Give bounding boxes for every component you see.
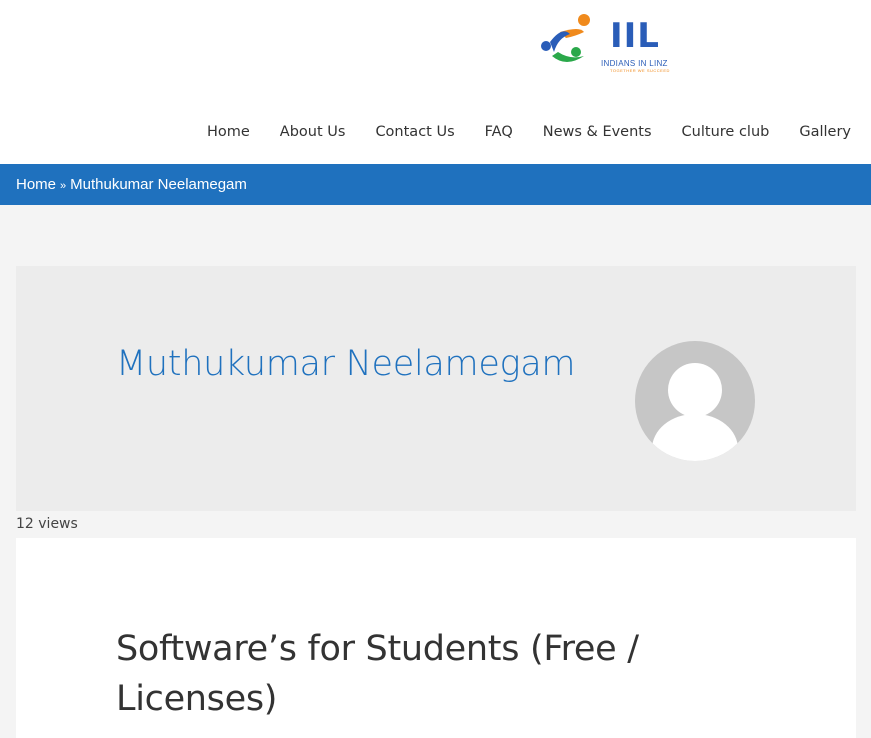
default-user-avatar-icon <box>635 341 755 461</box>
site-logo[interactable]: IIL INDIANS IN LINZ TOGETHER WE SUCCEED <box>540 12 680 74</box>
post-title[interactable]: Software’s for Students (Free / Licenses… <box>116 624 716 724</box>
logo-wordmark: IIL <box>610 16 660 56</box>
avatar-head-shape <box>668 363 722 417</box>
breadcrumb-current: Muthukumar Neelamegam <box>70 176 247 193</box>
logo-figures-icon <box>541 14 590 62</box>
main-navigation: Home About Us Contact Us FAQ News & Even… <box>177 124 851 140</box>
breadcrumb: Home » Muthukumar Neelamegam <box>0 164 871 205</box>
breadcrumb-home-link[interactable]: Home <box>16 176 56 193</box>
profile-card: Muthukumar Neelamegam <box>16 266 856 511</box>
breadcrumb-separator: » <box>60 180 67 192</box>
nav-item-about-us[interactable]: About Us <box>280 124 346 140</box>
nav-item-faq[interactable]: FAQ <box>485 124 513 140</box>
nav-item-contact-us[interactable]: Contact Us <box>375 124 454 140</box>
nav-item-gallery[interactable]: Gallery <box>799 124 851 140</box>
avatar-body-shape <box>652 414 738 461</box>
nav-item-home[interactable]: Home <box>207 124 250 140</box>
profile-name: Muthukumar Neelamegam <box>116 344 576 384</box>
post-card: Software’s for Students (Free / Licenses… <box>16 538 856 738</box>
site-header: IIL INDIANS IN LINZ TOGETHER WE SUCCEED … <box>0 0 871 164</box>
view-count: 12 views <box>16 516 78 532</box>
nav-item-news-events[interactable]: News & Events <box>543 124 652 140</box>
logo-subtitle: INDIANS IN LINZ <box>601 59 668 68</box>
logo-tagline: TOGETHER WE SUCCEED <box>610 68 670 73</box>
nav-item-culture-club[interactable]: Culture club <box>682 124 770 140</box>
